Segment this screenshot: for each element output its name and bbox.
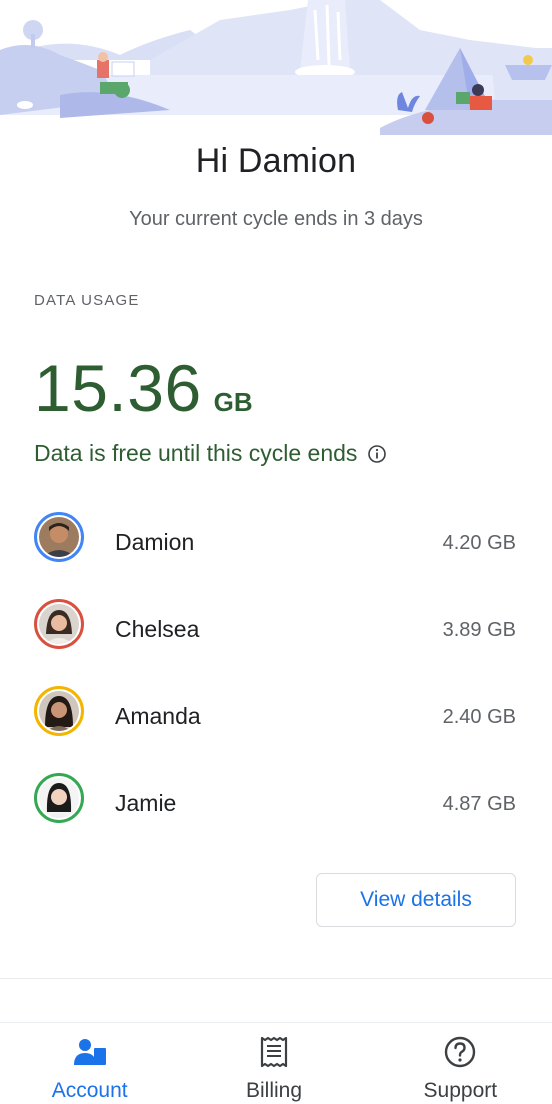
free-data-note-text: Data is free until this cycle ends xyxy=(34,440,358,466)
total-usage-unit: GB xyxy=(213,387,253,417)
landscape-illustration xyxy=(0,0,552,135)
person-photo-icon xyxy=(39,517,79,557)
nav-label: Billing xyxy=(245,1079,303,1102)
section-label: DATA USAGE xyxy=(34,292,140,309)
account-icon xyxy=(73,1039,106,1065)
member-row-amanda[interactable]: Amanda 2.40 GB xyxy=(34,686,518,773)
avatar xyxy=(34,686,84,736)
member-row-damion[interactable]: Damion 4.20 GB xyxy=(34,512,518,599)
person-photo-icon xyxy=(39,778,79,818)
cycle-end-text: Your current cycle ends in 3 days xyxy=(129,208,423,230)
receipt-icon xyxy=(260,1036,288,1068)
total-usage: 15.36 GB xyxy=(34,350,253,426)
member-row-chelsea[interactable]: Chelsea 3.89 GB xyxy=(34,599,518,686)
header-illustration xyxy=(0,0,552,135)
nav-label: Account xyxy=(51,1079,128,1102)
member-data-usage: 2.40 GB xyxy=(442,706,516,728)
member-row-jamie[interactable]: Jamie 4.87 GB xyxy=(34,773,518,860)
free-data-note: Data is free until this cycle ends xyxy=(34,440,387,467)
avatar xyxy=(34,773,84,823)
help-circle-icon xyxy=(445,1036,476,1068)
nav-item-support[interactable]: Support xyxy=(369,1023,552,1104)
divider xyxy=(0,978,552,979)
info-icon[interactable] xyxy=(367,444,387,464)
member-usage-list: Damion 4.20 GB Chelsea 3.89 GB Amanda 2.… xyxy=(34,512,518,860)
greeting-title: Hi Damion xyxy=(195,142,357,180)
person-photo-icon xyxy=(39,604,79,644)
total-usage-value: 15.36 xyxy=(34,351,202,425)
member-name: Chelsea xyxy=(115,616,200,642)
nav-item-account[interactable]: Account xyxy=(0,1023,179,1104)
person-photo-icon xyxy=(39,691,79,731)
member-data-usage: 4.20 GB xyxy=(442,532,516,554)
nav-label: Support xyxy=(423,1079,498,1102)
member-name: Damion xyxy=(115,529,195,555)
bottom-navigation: Account Billing Support xyxy=(0,1023,552,1104)
member-data-usage: 3.89 GB xyxy=(442,619,516,641)
member-name: Jamie xyxy=(115,790,177,816)
avatar xyxy=(34,512,84,562)
avatar xyxy=(34,599,84,649)
view-details-button[interactable]: View details xyxy=(316,873,516,927)
member-data-usage: 4.87 GB xyxy=(442,793,516,815)
nav-item-billing[interactable]: Billing xyxy=(179,1023,368,1104)
member-name: Amanda xyxy=(115,703,201,729)
